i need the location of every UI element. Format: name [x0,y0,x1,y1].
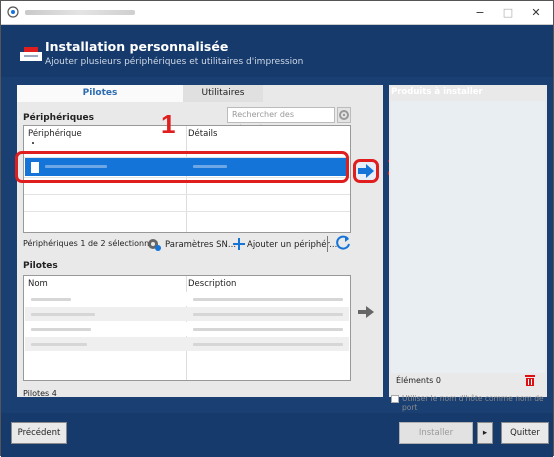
title-bar: − □ ✕ [1,1,553,25]
row-divider [24,211,350,212]
drivers-count-status: Pilotes 4 [23,389,57,398]
table-row[interactable] [25,307,349,321]
driver-description-blurred [193,313,343,316]
page-title: Installation personnalisée [45,39,229,54]
arrow-right-icon [358,164,374,178]
back-button[interactable]: Précédent [11,422,67,444]
toolbar-separator [327,236,328,252]
trash-icon[interactable] [525,374,535,386]
refresh-icon[interactable] [335,235,351,251]
column-header-details[interactable]: Détails [188,129,217,139]
snmp-settings-icon[interactable] [147,238,161,251]
driver-name-blurred [31,298,71,301]
gear-icon [339,110,349,120]
maximize-button[interactable]: □ [493,3,523,23]
column-header-device[interactable]: Périphérique [28,129,82,139]
plus-icon[interactable] [233,238,245,250]
drivers-table: Nom Description [23,275,351,381]
drivers-section-label: Pilotes [23,261,58,271]
products-to-install-list [391,101,545,373]
device-search-input[interactable]: Rechercher des périphériques [227,107,335,133]
products-to-install-title: Produits à installer [391,87,483,97]
install-options-button[interactable]: ▸ [477,422,493,444]
add-device-link[interactable]: Ajouter un périphér... [247,240,337,250]
row-divider [24,194,350,195]
driver-description-blurred [193,328,343,331]
devices-section-label: Périphériques [23,113,95,123]
close-button[interactable]: ✕ [521,3,551,23]
arrow-right-icon[interactable] [357,305,375,319]
tab-drivers[interactable]: Pilotes [17,85,183,102]
page-header: Installation personnalisée Ajouter plusi… [1,25,553,77]
driver-name-blurred [31,328,91,331]
search-settings-button[interactable] [337,107,351,123]
hostname-as-port-checkbox[interactable] [391,395,399,403]
driver-description-blurred [193,343,343,346]
window-title-blurred [25,10,135,15]
hostname-as-port-label: Utiliser le nom d'hôte comme nom de port [402,394,544,412]
sort-indicator-icon [32,142,34,144]
items-count: Éléments 0 [396,376,441,385]
table-row[interactable] [25,292,349,306]
quit-button[interactable]: Quitter [501,422,549,444]
tab-utilities[interactable]: Utilitaires [183,85,263,102]
step-1-highlight [15,151,349,183]
installer-window: − □ ✕ Installation personnalisée Ajouter… [0,0,554,457]
column-header-name[interactable]: Nom [28,279,48,289]
add-to-install-button[interactable] [353,159,379,183]
column-header-description[interactable]: Description [188,279,236,289]
table-row[interactable] [25,322,349,336]
table-row[interactable] [25,337,349,351]
page-subtitle: Ajouter plusieurs périphériques et utili… [45,57,304,67]
app-icon [7,6,19,18]
minimize-button[interactable]: − [465,3,495,23]
step-1-callout: 1 [161,109,176,139]
driver-name-blurred [31,343,87,346]
printer-install-icon [20,47,42,61]
snmp-settings-link[interactable]: Paramètres SN... [165,240,236,250]
install-button[interactable]: Installer [399,422,473,444]
driver-description-blurred [193,298,343,301]
devices-selection-status: Périphériques 1 de 2 sélectionnés [23,239,159,248]
driver-name-blurred [31,313,95,316]
